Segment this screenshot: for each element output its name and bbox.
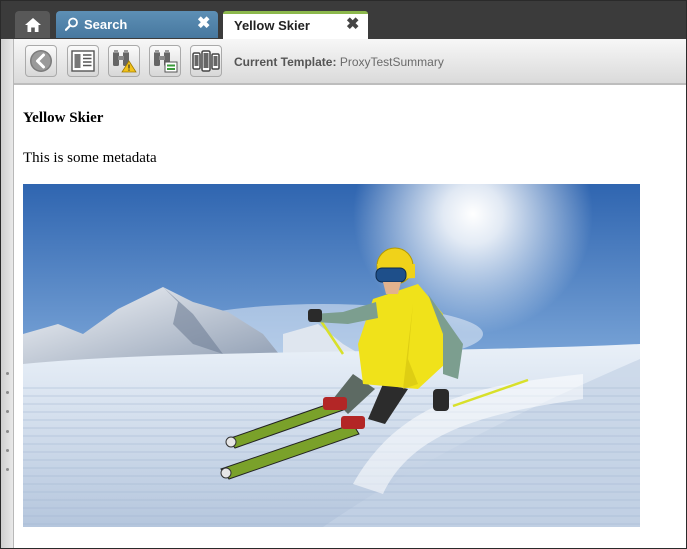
tab-active-label: Yellow Skier xyxy=(234,18,310,33)
search-icon xyxy=(65,17,78,31)
tab-home[interactable] xyxy=(15,11,50,38)
summary-view-button[interactable] xyxy=(67,45,99,77)
resize-handle[interactable] xyxy=(4,364,10,479)
item-metadata: This is some metadata xyxy=(23,150,157,166)
close-icon[interactable]: ✖ xyxy=(197,16,210,32)
binoculars-export-icon xyxy=(154,50,178,73)
document-list-icon xyxy=(71,50,95,72)
skier-photo xyxy=(23,184,640,527)
tab-search[interactable]: Search ✖ xyxy=(56,11,218,38)
find-warning-button[interactable] xyxy=(108,45,140,77)
devices-icon xyxy=(192,50,220,72)
close-icon[interactable]: ✖ xyxy=(346,17,359,33)
home-icon xyxy=(24,17,41,32)
tab-yellow-skier[interactable]: Yellow Skier ✖ xyxy=(223,11,368,39)
find-export-button[interactable] xyxy=(149,45,181,77)
current-template-value: ProxyTestSummary xyxy=(339,55,444,69)
binoculars-warning-icon xyxy=(113,50,137,73)
item-title: Yellow Skier xyxy=(23,110,104,126)
device-preview-button[interactable] xyxy=(190,45,222,77)
side-collapse-strip[interactable] xyxy=(1,39,14,548)
tab-bar: Search ✖ Yellow Skier ✖ xyxy=(1,1,686,39)
skier-image xyxy=(23,184,640,527)
current-template-label: Current Template: xyxy=(234,55,337,69)
toolbar: Current Template: ProxyTestSummary xyxy=(14,39,686,85)
tab-search-label: Search xyxy=(84,17,128,32)
back-button[interactable] xyxy=(25,45,57,77)
current-template: Current Template: ProxyTestSummary xyxy=(234,55,444,69)
back-arrow-icon xyxy=(30,50,52,72)
item-preview: Yellow Skier This is some metadata xyxy=(15,87,686,548)
app-window: Search ✖ Yellow Skier ✖ Current Template… xyxy=(0,0,687,549)
